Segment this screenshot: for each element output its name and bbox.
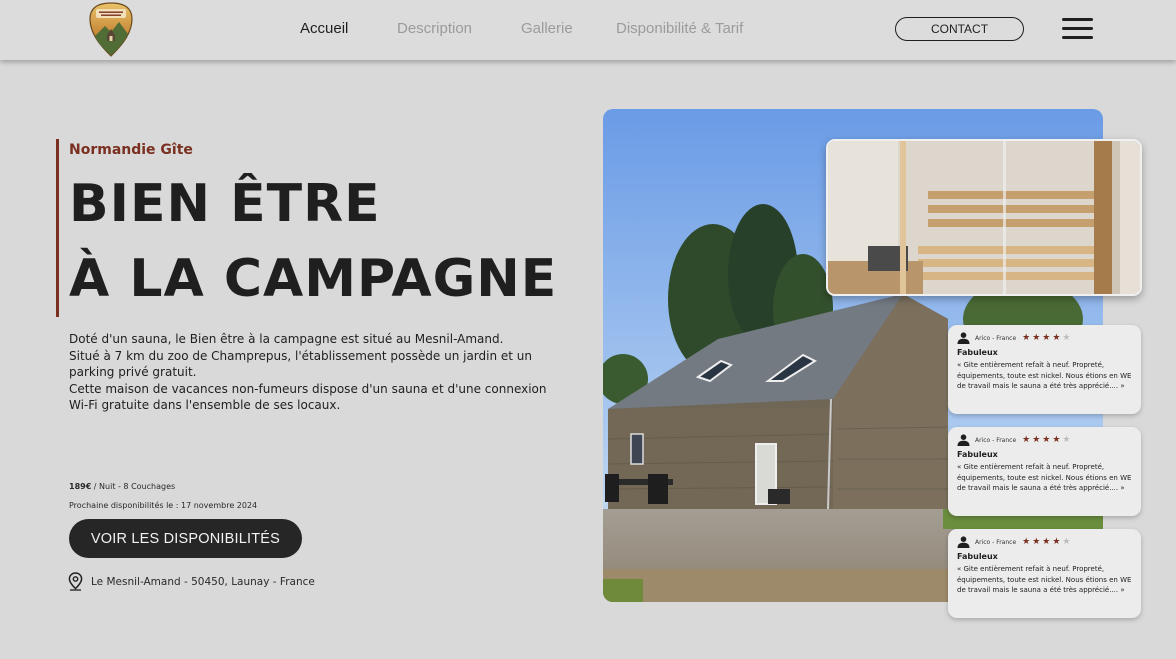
nav-disponibilite-tarif[interactable]: Disponibilité & Tarif [616,20,743,37]
review-title: Fabuleux [957,348,998,357]
user-icon [957,536,970,548]
price-line: 189€ / Nuit - 8 Couchages [69,482,175,491]
location-text: Le Mesnil-Amand - 50450, Launay - France [91,576,315,588]
user-icon [957,332,970,344]
star-rating: ★★★★★ [1022,537,1073,547]
star-rating: ★★★★★ [1022,333,1073,343]
next-availability: Prochaine disponibilités le : 17 novembr… [69,501,258,510]
price-detail: / Nuit - 8 Couchages [91,482,176,491]
review-text: « Gite entièrement refait à neuf. Propre… [957,565,1132,594]
gite-logo-icon[interactable] [89,2,133,57]
review-header: Arico - France ★★★★★ [957,331,1132,345]
review-author: Arico - France [975,436,1017,444]
review-header: Arico - France ★★★★★ [957,535,1132,549]
description-paragraph: Situé à 7 km du zoo de Champrepus, l'éta… [69,348,533,380]
hamburger-line [1062,18,1093,21]
nav-accueil[interactable]: Accueil [300,20,348,37]
review-author: Arico - France [975,334,1017,342]
hero-description: Doté d'un sauna, le Bien être à la campa… [69,331,559,414]
check-availability-button[interactable]: VOIR LES DISPONIBILITÉS [69,519,302,558]
contact-button[interactable]: CONTACT [895,17,1024,41]
location-pin-icon [68,572,83,591]
sauna-photo [826,139,1142,296]
description-paragraph: Doté d'un sauna, le Bien être à la campa… [69,332,504,346]
hamburger-line [1062,27,1093,30]
review-card: Arico - France ★★★★★ Fabuleux « Gite ent… [948,325,1141,414]
hero-title-line-1: BIEN ÊTRE [69,174,381,234]
review-card: Arico - France ★★★★★ Fabuleux « Gite ent… [948,427,1141,516]
review-header: Arico - France ★★★★★ [957,433,1132,447]
price-value: 189€ [69,482,92,491]
review-text: « Gite entièrement refait à neuf. Propre… [957,463,1132,492]
description-paragraph: Cette maison de vacances non-fumeurs dis… [69,381,547,413]
star-rating: ★★★★★ [1022,435,1073,445]
site-header: Accueil Description Gallerie Disponibili… [0,0,1176,60]
nav-description[interactable]: Description [397,20,472,37]
review-title: Fabuleux [957,450,998,459]
review-text: « Gite entièrement refait à neuf. Propre… [957,361,1132,390]
review-card: Arico - France ★★★★★ Fabuleux « Gite ent… [948,529,1141,618]
review-author: Arico - France [975,538,1017,546]
accent-bar [56,139,59,317]
hamburger-line [1062,36,1093,39]
nav-gallerie[interactable]: Gallerie [521,20,573,37]
hamburger-icon[interactable] [1062,18,1093,40]
review-title: Fabuleux [957,552,998,561]
hero-title-line-2: À LA CAMPAGNE [69,249,558,309]
hero-subtitle: Normandie Gîte [69,142,193,158]
user-icon [957,434,970,446]
